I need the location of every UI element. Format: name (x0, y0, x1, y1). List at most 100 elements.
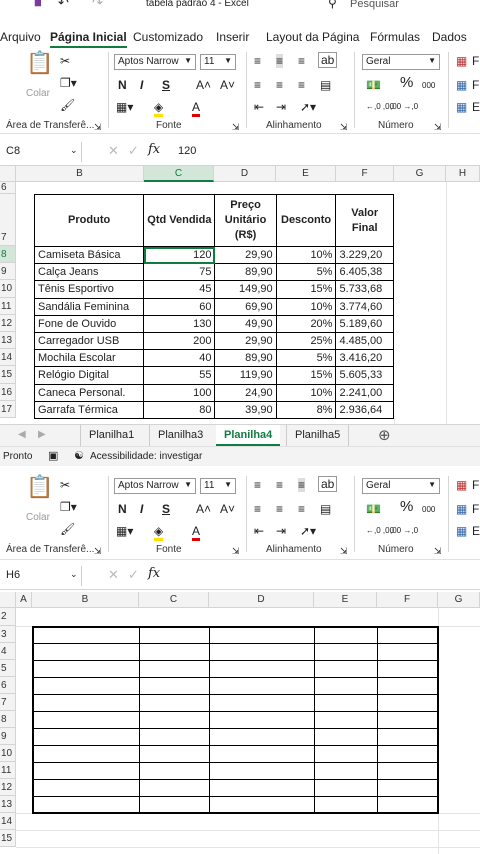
merge-icon[interactable]: ▤ (320, 502, 331, 516)
bold-button[interactable]: N (118, 502, 127, 516)
number-launcher-icon[interactable]: ⇲ (434, 120, 442, 134)
header-desconto[interactable]: Desconto (275, 194, 337, 247)
tab-next-icon[interactable]: ▶ (38, 429, 46, 440)
tab-planilha1[interactable]: Planilha1 (80, 425, 142, 446)
cell-qtd[interactable]: 45 (143, 280, 216, 299)
shrink-font-button[interactable]: A˅ (220, 78, 235, 92)
menu-customizado[interactable]: Customizado (133, 30, 203, 44)
cell-produto[interactable]: Camiseta Básica (33, 245, 145, 265)
align-right-icon[interactable]: ≡ (298, 78, 305, 92)
cell-produto[interactable]: Garrafa Térmica (33, 400, 145, 419)
clipboard-launcher-icon[interactable]: ⇲ (94, 544, 102, 558)
tab-prev-icon[interactable]: ◀ (18, 429, 26, 440)
paste-label[interactable]: Colar (26, 88, 50, 99)
align-center-icon[interactable]: ≡ (276, 78, 283, 92)
row-header-9[interactable]: 9 (0, 263, 16, 281)
col-header-h[interactable]: H (446, 166, 480, 182)
paste-label[interactable]: Colar (26, 512, 50, 523)
sheet-bottom[interactable]: A B C D E F G 2 3 4 5 6 7 8 9 10 11 12 1… (0, 592, 480, 854)
row-header-7[interactable]: 7 (0, 194, 16, 246)
row-header-11[interactable]: 11 (0, 297, 16, 315)
row-header-3[interactable]: 3 (0, 626, 16, 643)
cell-valor[interactable]: 3.416,20 (335, 349, 394, 368)
cell-qtd[interactable]: 200 (143, 331, 216, 351)
cut-icon[interactable]: ✂ (60, 478, 70, 492)
cell-styles-label[interactable]: E (472, 524, 480, 538)
increase-indent-icon[interactable]: ⇥ (276, 100, 286, 114)
cell-qtd[interactable]: 40 (143, 349, 216, 368)
cell-desconto[interactable]: 20% (275, 314, 337, 333)
col-header-f[interactable]: F (377, 592, 438, 608)
header-produto[interactable]: Produto (33, 194, 145, 247)
cell-qtd[interactable]: 130 (143, 314, 216, 333)
align-left-icon[interactable]: ≡ (254, 502, 261, 516)
tab-planilha5[interactable]: Planilha5 (286, 425, 350, 446)
col-header-e[interactable]: E (314, 592, 377, 608)
merge-icon[interactable]: ▤ (320, 78, 331, 92)
cell-valor[interactable]: 3.774,60 (335, 297, 394, 316)
formula-input[interactable]: 120 (178, 145, 196, 157)
font-color-icon[interactable]: A (192, 524, 201, 541)
cell-desconto[interactable]: 10% (275, 297, 337, 316)
cell-valor[interactable]: 2.241,00 (335, 383, 394, 402)
font-launcher-icon[interactable]: ⇲ (232, 120, 240, 134)
col-header-c[interactable]: C (144, 166, 214, 182)
increase-indent-icon[interactable]: ⇥ (276, 524, 286, 538)
cell-produto[interactable]: Carregador USB (33, 331, 145, 351)
undo-icon[interactable]: ↶ (58, 0, 69, 10)
cell-preco[interactable]: 49,90 (214, 314, 277, 333)
row-header-14[interactable]: 14 (0, 349, 16, 367)
menu-arquivo[interactable]: Arquivo (0, 30, 41, 44)
name-box[interactable]: H6 ⌄ (2, 566, 82, 586)
menu-layout[interactable]: Layout da Página (266, 30, 359, 44)
cell-produto[interactable]: Relógio Digital (33, 366, 145, 385)
cell-qtd[interactable]: 55 (143, 366, 216, 385)
row-header-2[interactable]: 2 (0, 608, 16, 626)
cell-styles-label[interactable]: E (472, 100, 480, 114)
alignment-launcher-icon[interactable]: ⇲ (340, 120, 348, 134)
row-header-13[interactable]: 13 (0, 332, 16, 350)
cancel-icon[interactable]: ✕ (108, 143, 119, 159)
number-format-select[interactable]: Geral ▼ (362, 478, 440, 494)
enter-icon[interactable]: ✓ (128, 567, 139, 583)
clipboard-launcher-icon[interactable]: ⇲ (94, 120, 102, 134)
row-header-12[interactable]: 12 (0, 779, 16, 796)
row-header-6[interactable]: 6 (0, 677, 16, 694)
add-sheet-icon[interactable]: ⊕ (378, 426, 391, 444)
cell-valor[interactable]: 4.485,00 (335, 331, 394, 351)
row-header-6[interactable]: 6 (0, 182, 16, 194)
cell-valor[interactable]: 5.189,60 (335, 314, 394, 333)
cell-desconto[interactable]: 5% (275, 349, 337, 368)
thousands-button[interactable]: 000 (422, 79, 435, 93)
cell-produto[interactable]: Caneca Personal. (33, 383, 145, 402)
col-header-g[interactable]: G (438, 592, 480, 608)
align-center-icon[interactable]: ≡ (276, 502, 283, 516)
row-header-15[interactable]: 15 (0, 366, 16, 384)
underline-button[interactable]: S (162, 78, 170, 92)
format-table-icon[interactable]: ▦ (456, 502, 467, 516)
currency-icon[interactable]: 💵 (366, 78, 381, 92)
corner-cell[interactable] (0, 592, 16, 608)
menu-dados[interactable]: Dados (432, 30, 467, 44)
percent-button[interactable]: % (400, 75, 413, 90)
conditional-format-icon[interactable]: ▦ (456, 54, 467, 68)
currency-icon[interactable]: 💵 (366, 502, 381, 516)
thousands-button[interactable]: 000 (422, 503, 435, 517)
row-header-11[interactable]: 11 (0, 762, 16, 779)
chevron-down-icon[interactable]: ⌄ (70, 569, 78, 580)
header-valor[interactable]: Valor Final (335, 194, 394, 247)
col-header-e[interactable]: E (276, 166, 336, 182)
wrap-text-icon[interactable]: ab (318, 476, 338, 492)
borders-icon[interactable]: ▦▾ (116, 524, 133, 538)
name-box[interactable]: C8 ⌄ (2, 142, 82, 162)
enter-icon[interactable]: ✓ (128, 143, 139, 159)
macro-record-icon[interactable]: ▣ (48, 449, 58, 462)
cell-produto[interactable]: Sandália Feminina (33, 297, 145, 316)
cell-produto[interactable]: Calça Jeans (33, 263, 145, 282)
align-top-icon[interactable]: ≡ (254, 478, 261, 492)
row-header-7[interactable]: 7 (0, 694, 16, 711)
row-header-10[interactable]: 10 (0, 280, 16, 298)
align-top-icon[interactable]: ≡ (254, 54, 261, 68)
cut-icon[interactable]: ✂ (60, 54, 70, 68)
col-header-c[interactable]: C (139, 592, 209, 608)
